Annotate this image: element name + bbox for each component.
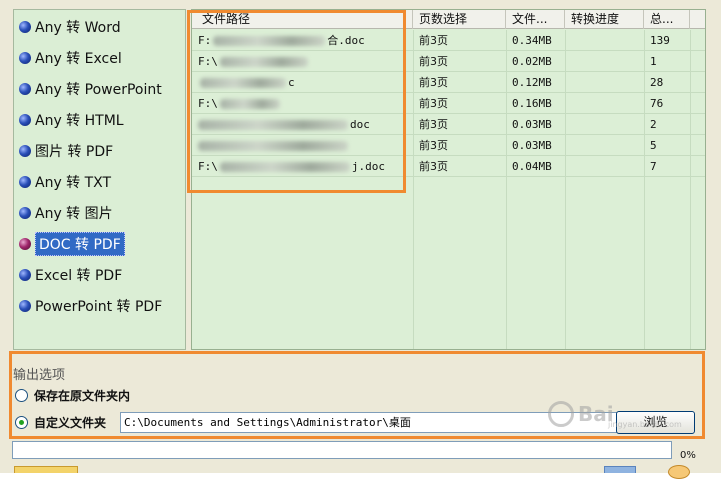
cell-progress	[565, 93, 644, 114]
cell-path: F:\	[192, 51, 413, 72]
cell-size: 0.12MB	[512, 76, 552, 89]
conversion-type-sidebar: Any 转 Word Any 转 Excel Any 转 PowerPoint …	[13, 9, 186, 350]
converter-window: Any 转 Word Any 转 Excel Any 转 PowerPoint …	[0, 0, 721, 479]
column-header-path[interactable]: 文件路径	[192, 10, 413, 29]
cell-path: c	[192, 72, 413, 93]
sidebar-item-label: 图片 转 PDF	[35, 144, 114, 160]
cell-size: 0.03MB	[512, 139, 552, 152]
output-options-title: 输出选项	[13, 368, 66, 383]
cell-total: 2	[650, 118, 657, 131]
cell-pages[interactable]: 前3页	[413, 51, 506, 72]
bottom-button-left[interactable]	[14, 466, 78, 473]
cell-pages[interactable]: 前3页	[413, 114, 506, 135]
cell-size: 0.03MB	[512, 118, 552, 131]
cell-total: 28	[650, 76, 664, 89]
paw-logo-icon	[548, 401, 574, 427]
cell-pages[interactable]: 前3页	[413, 72, 506, 93]
radio-button-icon[interactable]	[15, 388, 28, 402]
sidebar-item-label: Any 转 Excel	[35, 51, 122, 67]
sidebar-item-label: Any 转 PowerPoint	[35, 82, 162, 98]
radio-custom-folder[interactable]: 自定义文件夹	[15, 413, 106, 431]
cell-size: 0.34MB	[512, 34, 552, 47]
cell-size: 0.04MB	[512, 160, 552, 173]
sidebar-item-label: PowerPoint 转 PDF	[35, 299, 163, 315]
sidebar-item-label: Excel 转 PDF	[35, 268, 123, 284]
sidebar-item-excel-to-pdf[interactable]: Excel 转 PDF	[17, 264, 124, 286]
watermark: Bai jingyan.baidu.com	[548, 394, 698, 434]
sidebar-item-any-to-powerpoint[interactable]: Any 转 PowerPoint	[17, 78, 164, 100]
radio-ball-icon	[19, 114, 31, 126]
file-list-header: 文件路径 页数选择 文件... 转换进度 总...	[192, 10, 705, 29]
cell-pages[interactable]: 前3页	[413, 135, 506, 156]
table-row[interactable]: F: 合.doc 前3页 0.34MB 139	[192, 30, 705, 51]
cell-path: F: 合.doc	[198, 34, 365, 47]
cell-pages[interactable]: 前3页	[413, 93, 506, 114]
sidebar-item-label: DOC 转 PDF	[35, 232, 125, 256]
column-header-pages[interactable]: 页数选择	[413, 10, 506, 29]
sidebar-item-any-to-word[interactable]: Any 转 Word	[17, 16, 123, 38]
cell-progress	[565, 114, 644, 135]
cell-total: 7	[650, 160, 657, 173]
column-header-size[interactable]: 文件...	[506, 10, 565, 29]
cell-progress	[565, 156, 644, 177]
cell-size: 0.16MB	[512, 97, 552, 110]
file-list[interactable]: 文件路径 页数选择 文件... 转换进度 总... F: 合.doc 前3页 0.…	[191, 9, 706, 350]
cell-size: 0.02MB	[512, 55, 552, 68]
radio-ball-icon	[19, 207, 31, 219]
sidebar-item-powerpoint-to-pdf[interactable]: PowerPoint 转 PDF	[17, 295, 164, 317]
cell-path: F:\	[192, 93, 413, 114]
cell-progress	[565, 30, 644, 51]
cell-path: F:\ j.doc	[198, 160, 385, 173]
radio-ball-icon	[19, 238, 31, 250]
bottom-button-blue[interactable]	[604, 466, 636, 473]
radio-save-original-folder[interactable]: 保存在原文件夹内	[15, 386, 130, 404]
sidebar-item-label: Any 转 HTML	[35, 113, 124, 129]
sidebar-item-label: Any 转 TXT	[35, 175, 112, 191]
sidebar-item-label: Any 转 图片	[35, 206, 113, 222]
sidebar-item-label: Any 转 Word	[35, 20, 121, 36]
cell-progress	[565, 135, 644, 156]
sidebar-item-doc-to-pdf[interactable]: DOC 转 PDF	[17, 232, 127, 256]
radio-label: 自定义文件夹	[34, 415, 107, 430]
table-row[interactable]: 前3页 0.03MB 5	[192, 135, 705, 156]
radio-label: 保存在原文件夹内	[34, 388, 131, 403]
cell-progress	[565, 72, 644, 93]
radio-button-selected-icon[interactable]	[15, 415, 28, 429]
radio-ball-icon	[19, 300, 31, 312]
cell-total: 1	[650, 55, 657, 68]
overall-progress-bar	[12, 441, 672, 459]
table-row[interactable]: doc 前3页 0.03MB 2	[192, 114, 705, 135]
cell-total: 76	[650, 97, 664, 110]
sidebar-item-any-to-excel[interactable]: Any 转 Excel	[17, 47, 124, 69]
table-row[interactable]: c 前3页 0.12MB 28	[192, 72, 705, 93]
cell-total: 139	[650, 34, 670, 47]
cell-pages[interactable]: 前3页	[413, 30, 506, 51]
sidebar-item-any-to-html[interactable]: Any 转 HTML	[17, 109, 126, 131]
cell-total: 5	[650, 139, 657, 152]
sidebar-item-image-to-pdf[interactable]: 图片 转 PDF	[17, 140, 115, 162]
table-row[interactable]: F:\ 前3页 0.02MB 1	[192, 51, 705, 72]
watermark-subtext: jingyan.baidu.com	[608, 420, 682, 429]
progress-percent: 0%	[680, 450, 696, 461]
radio-ball-icon	[19, 83, 31, 95]
radio-ball-icon	[19, 145, 31, 157]
column-header-progress[interactable]: 转换进度	[565, 10, 644, 29]
column-header-total[interactable]: 总...	[644, 10, 690, 29]
radio-ball-icon	[19, 269, 31, 281]
cell-progress	[565, 51, 644, 72]
bottom-round-button[interactable]	[668, 465, 690, 479]
table-row[interactable]: F:\ j.doc 前3页 0.04MB 7	[192, 156, 705, 177]
cell-pages[interactable]: 前3页	[413, 156, 506, 177]
table-row[interactable]: F:\ 前3页 0.16MB 76	[192, 93, 705, 114]
radio-ball-icon	[19, 52, 31, 64]
radio-ball-icon	[19, 176, 31, 188]
sidebar-item-any-to-image[interactable]: Any 转 图片	[17, 202, 115, 224]
cell-path: doc	[192, 114, 413, 135]
cell-path	[192, 135, 413, 156]
radio-ball-icon	[19, 21, 31, 33]
sidebar-item-any-to-txt[interactable]: Any 转 TXT	[17, 171, 113, 193]
